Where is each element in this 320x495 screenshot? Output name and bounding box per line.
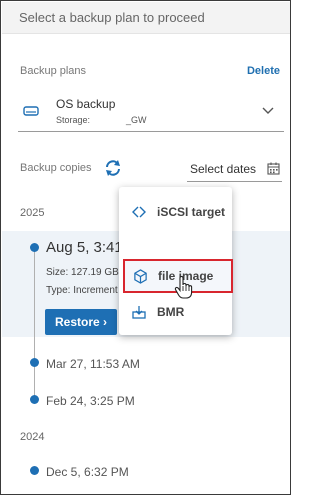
timeline-dot — [30, 243, 39, 252]
backup-copies-label: Backup copies — [20, 162, 92, 174]
iscsi-target-icon — [131, 205, 147, 224]
drive-icon — [23, 104, 39, 122]
menu-item-label: BMR — [157, 305, 185, 319]
backup-plans-label: Backup plans — [20, 65, 87, 77]
year-heading: 2025 — [20, 207, 45, 219]
backup-copy-entry[interactable]: Feb 24, 3:25 PM — [46, 394, 135, 408]
plan-storage-label: Storage: — [56, 115, 91, 125]
backup-copy-entry[interactable]: Mar 27, 11:53 AM — [46, 357, 140, 371]
timeline-dot — [30, 395, 39, 404]
backup-plan-select[interactable]: OS backup Storage: _GW — [18, 88, 284, 132]
refresh-icon[interactable] — [103, 158, 123, 183]
select-dates-label: Select dates — [190, 162, 257, 176]
menu-item-iscsi-target[interactable]: iSCSI target — [119, 195, 232, 229]
hand-cursor-icon — [174, 275, 194, 305]
copy-size: Size: 127.19 GB — [46, 267, 119, 278]
restore-button[interactable]: Restore › — [45, 309, 117, 335]
cube-icon — [133, 269, 148, 289]
chevron-down-icon — [262, 102, 274, 120]
timeline-line — [34, 247, 35, 401]
year-heading: 2024 — [20, 431, 45, 443]
copy-type: Type: Increment — [46, 285, 118, 296]
plan-name: OS backup — [56, 97, 116, 111]
timeline-dot — [30, 358, 39, 367]
panel-header: Select a backup plan to proceed — [2, 2, 290, 34]
header-instruction: Select a backup plan to proceed — [19, 10, 205, 25]
delete-button[interactable]: Delete — [247, 65, 280, 77]
timeline-dot — [30, 466, 39, 475]
backup-panel: Select a backup plan to proceed Backup p… — [0, 0, 291, 495]
plan-storage-value: _GW — [126, 115, 147, 125]
calendar-icon — [267, 162, 280, 180]
backup-copy-entry[interactable]: Dec 5, 6:32 PM — [46, 465, 129, 479]
menu-item-label: iSCSI target — [157, 205, 226, 219]
select-dates-field[interactable]: Select dates — [187, 158, 282, 182]
bmr-icon — [131, 305, 147, 324]
copy-title: Aug 5, 3:41 — [46, 239, 123, 256]
